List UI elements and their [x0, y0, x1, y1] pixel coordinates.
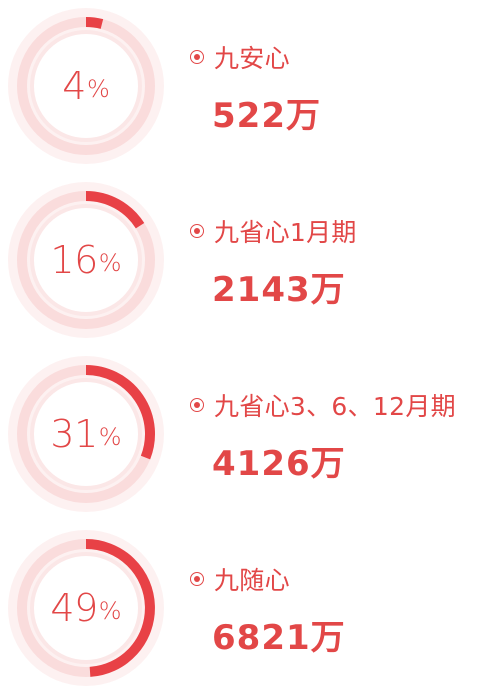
legend-row-3: 九随心 — [190, 564, 290, 595]
series-label: 九安心 — [214, 44, 290, 73]
radio-dot-icon — [190, 572, 204, 586]
donut-inner-ring — [30, 378, 142, 490]
donut-2 — [8, 356, 164, 512]
series-label: 九随心 — [214, 566, 290, 595]
chart-item-1: 16% 九省心1月期 2143万 — [0, 174, 499, 344]
legend-row-2: 九省心3、6、12月期 — [190, 390, 456, 421]
chart-item-3: 49% 九随心 6821万 — [0, 522, 499, 692]
chart-item-2: 31% 九省心3、6、12月期 4126万 — [0, 348, 499, 518]
donut-inner-ring — [30, 204, 142, 316]
series-label: 九省心1月期 — [214, 218, 357, 247]
donut-inner-ring — [30, 552, 142, 664]
donut-3 — [8, 530, 164, 686]
legend-row-0: 九安心 — [190, 42, 290, 73]
series-label: 九省心3、6、12月期 — [214, 392, 456, 421]
radio-dot-icon — [190, 50, 204, 64]
chart-item-0: 4% 九安心 522万 — [0, 0, 499, 170]
donut-0 — [8, 8, 164, 164]
radio-dot-icon — [190, 398, 204, 412]
amount-value: 2143万 — [212, 270, 346, 310]
donut-value-arc — [85, 17, 104, 29]
amount-value: 4126万 — [212, 444, 346, 484]
amount-value: 6821万 — [212, 618, 346, 658]
amount-value: 522万 — [212, 96, 321, 136]
legend-row-1: 九省心1月期 — [190, 216, 357, 247]
donut-1 — [8, 182, 164, 338]
radio-dot-icon — [190, 224, 204, 238]
donut-inner-ring — [30, 30, 142, 142]
